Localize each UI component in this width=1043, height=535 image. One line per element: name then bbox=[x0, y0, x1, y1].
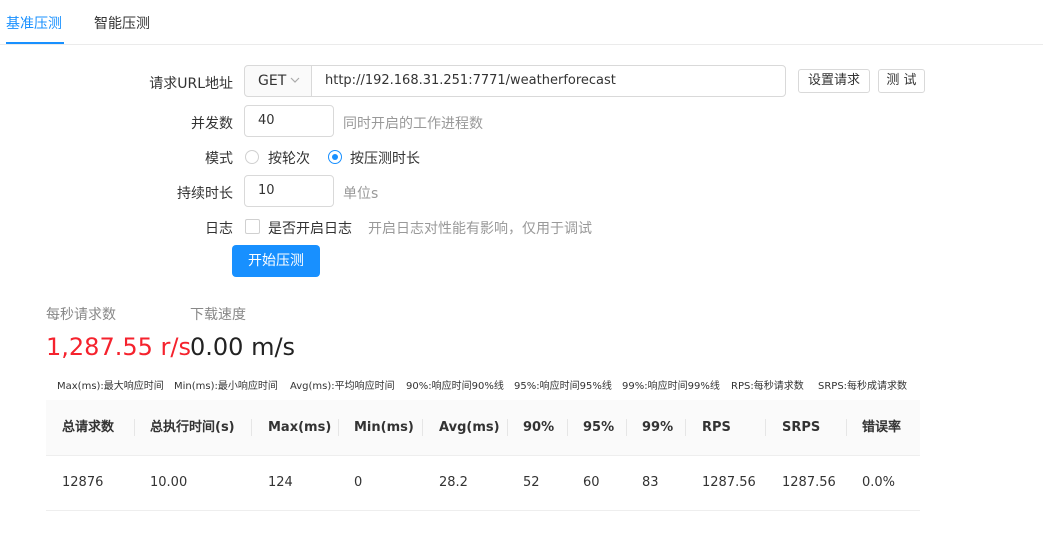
log-hint: 开启日志对性能有影响，仅用于调试 bbox=[368, 221, 592, 237]
duration-input[interactable]: 10 bbox=[244, 175, 334, 207]
cell-error-rate: 0.0% bbox=[862, 475, 896, 490]
mode-rounds-label[interactable]: 按轮次 bbox=[268, 148, 310, 168]
chevron-down-icon bbox=[290, 71, 300, 88]
rps-label: 每秒请求数 bbox=[46, 307, 116, 323]
start-test-button[interactable]: 开始压测 bbox=[232, 245, 320, 277]
column-separator bbox=[251, 419, 252, 436]
legend-item: 95%:响应时间95%线 bbox=[514, 381, 612, 392]
tab-smart-test[interactable]: 智能压测 bbox=[94, 13, 150, 44]
cell-p99: 83 bbox=[642, 475, 659, 490]
header-total-time: 总执行时间(s) bbox=[150, 420, 235, 435]
column-separator bbox=[338, 419, 339, 436]
column-separator bbox=[765, 419, 766, 436]
mode-duration-label[interactable]: 按压测时长 bbox=[350, 148, 420, 168]
cell-srps: 1287.56 bbox=[782, 475, 836, 490]
log-checkbox-label[interactable]: 是否开启日志 bbox=[268, 218, 352, 238]
table-row: 12876 10.00 124 0 28.2 52 60 83 1287.56 … bbox=[46, 455, 920, 511]
cell-p95: 60 bbox=[583, 475, 600, 490]
cell-total-time: 10.00 bbox=[150, 475, 188, 490]
test-button[interactable]: 测 试 bbox=[878, 69, 925, 93]
log-label: 日志 bbox=[205, 221, 233, 237]
legend-item: Max(ms):最大响应时间 bbox=[57, 381, 164, 392]
cell-avg: 28.2 bbox=[439, 475, 468, 490]
mode-rounds-radio[interactable] bbox=[245, 150, 259, 164]
duration-value: 10 bbox=[258, 183, 275, 198]
column-separator bbox=[567, 419, 568, 436]
settings-request-button[interactable]: 设置请求 bbox=[798, 69, 870, 93]
concurrency-hint: 同时开启的工作进程数 bbox=[343, 116, 483, 132]
header-p90: 90% bbox=[523, 420, 555, 435]
legend-item: Min(ms):最小响应时间 bbox=[174, 381, 278, 392]
download-value: 0.00 m/s bbox=[190, 333, 296, 361]
rps-value: 1,287.55 r/s bbox=[46, 333, 191, 361]
column-separator bbox=[507, 419, 508, 436]
legend-item: Avg(ms):平均响应时间 bbox=[290, 381, 395, 392]
header-p99: 99% bbox=[642, 420, 674, 435]
column-separator bbox=[685, 419, 686, 436]
header-rps: RPS bbox=[702, 420, 731, 435]
column-separator bbox=[134, 419, 135, 436]
legend-item: 90%:响应时间90%线 bbox=[406, 381, 504, 392]
cell-rps: 1287.56 bbox=[702, 475, 756, 490]
tab-bar: 基准压测 智能压测 bbox=[0, 0, 1043, 45]
duration-hint: 单位s bbox=[343, 186, 379, 202]
cell-p90: 52 bbox=[523, 475, 540, 490]
mode-duration-radio[interactable] bbox=[328, 150, 342, 164]
header-total-requests: 总请求数 bbox=[62, 420, 115, 435]
url-value: http://192.168.31.251:7771/weatherforeca… bbox=[325, 73, 616, 88]
url-input[interactable]: http://192.168.31.251:7771/weatherforeca… bbox=[311, 65, 786, 97]
mode-label: 模式 bbox=[205, 151, 233, 167]
header-p95: 95% bbox=[583, 420, 615, 435]
legend-item: 99%:响应时间99%线 bbox=[622, 381, 720, 392]
header-avg: Avg(ms) bbox=[439, 420, 500, 435]
concurrency-input[interactable]: 40 bbox=[244, 105, 334, 137]
cell-total-requests: 12876 bbox=[62, 475, 104, 490]
url-label: 请求URL地址 bbox=[149, 76, 233, 92]
header-error-rate: 错误率 bbox=[862, 420, 902, 435]
header-max: Max(ms) bbox=[268, 420, 332, 435]
column-separator bbox=[626, 419, 627, 436]
tab-baseline-test[interactable]: 基准压测 bbox=[6, 13, 64, 44]
duration-label: 持续时长 bbox=[177, 186, 233, 202]
concurrency-value: 40 bbox=[258, 113, 275, 128]
table-header: 总请求数 总执行时间(s) Max(ms) Min(ms) Avg(ms) 90… bbox=[46, 400, 920, 456]
log-checkbox[interactable] bbox=[245, 219, 260, 234]
cell-min: 0 bbox=[354, 475, 363, 490]
download-label: 下载速度 bbox=[190, 307, 246, 323]
concurrency-label: 并发数 bbox=[191, 116, 233, 132]
legend-item: SRPS:每秒成请求数 bbox=[818, 381, 908, 392]
column-separator bbox=[846, 419, 847, 436]
column-separator bbox=[422, 419, 423, 436]
cell-max: 124 bbox=[268, 475, 293, 490]
legend-item: RPS:每秒请求数 bbox=[731, 381, 804, 392]
method-select[interactable]: GET bbox=[244, 65, 312, 97]
header-srps: SRPS bbox=[782, 420, 821, 435]
method-value: GET bbox=[258, 73, 287, 89]
header-min: Min(ms) bbox=[354, 420, 414, 435]
